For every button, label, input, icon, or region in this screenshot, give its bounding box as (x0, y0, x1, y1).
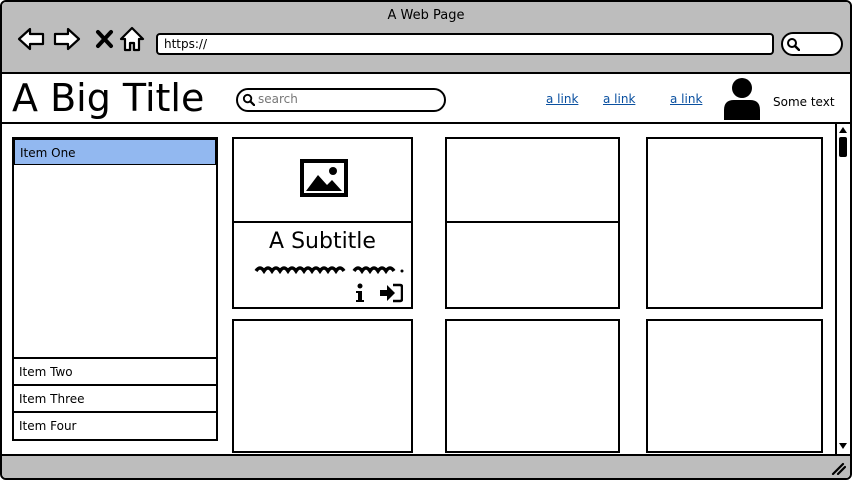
content-card-3 (646, 137, 823, 309)
user-name-text: Some text (773, 95, 835, 109)
window-title: A Web Page (387, 8, 465, 23)
sidebar-item-three[interactable]: Item Three (14, 384, 216, 410)
content-card-2 (445, 137, 620, 309)
scroll-down-icon[interactable] (838, 442, 848, 450)
card-divider (234, 221, 411, 223)
sidebar-item-four[interactable]: Item Four (14, 411, 216, 437)
header-link-3[interactable]: a link (670, 92, 702, 106)
avatar-icon[interactable] (722, 76, 762, 120)
page-header: A Big Title a link a link a link Some te… (2, 74, 850, 124)
search-field[interactable] (236, 88, 446, 112)
url-bar[interactable]: https:// (156, 33, 774, 55)
scribble-text (254, 266, 404, 275)
header-link-1[interactable]: a link (546, 92, 578, 106)
sidebar-item-two[interactable]: Item Two (14, 357, 216, 383)
card-divider (447, 221, 618, 223)
browser-search-field[interactable] (781, 32, 843, 56)
home-icon[interactable] (117, 24, 147, 54)
forward-icon[interactable] (52, 24, 82, 54)
stop-icon[interactable] (90, 24, 120, 54)
back-icon[interactable] (16, 24, 46, 54)
vertical-scrollbar[interactable] (835, 124, 850, 454)
browser-window: A Web Page https:// A Big Title search a… (0, 0, 852, 480)
image-icon (300, 159, 348, 197)
featured-card: A Subtitle (232, 137, 413, 309)
content-card-4 (232, 319, 413, 453)
search-icon (242, 93, 255, 106)
status-bar (2, 454, 850, 478)
sidebar-item-one[interactable]: Item One (14, 139, 216, 165)
browser-chrome: A Web Page https:// (2, 2, 850, 74)
resize-grip-icon[interactable] (830, 461, 846, 475)
card-subtitle: A Subtitle (269, 229, 376, 254)
scroll-thumb[interactable] (839, 137, 847, 157)
page-title: A Big Title (12, 76, 205, 120)
scroll-up-icon[interactable] (838, 126, 848, 134)
search-icon (787, 38, 800, 51)
search-input[interactable] (258, 91, 438, 107)
sidebar-list: Item One Item Two Item Three Item Four (12, 137, 218, 441)
header-link-2[interactable]: a link (603, 92, 635, 106)
info-icon[interactable] (353, 283, 367, 303)
content-card-6 (646, 319, 823, 453)
sign-in-icon[interactable] (379, 283, 403, 303)
content-card-5 (445, 319, 620, 453)
